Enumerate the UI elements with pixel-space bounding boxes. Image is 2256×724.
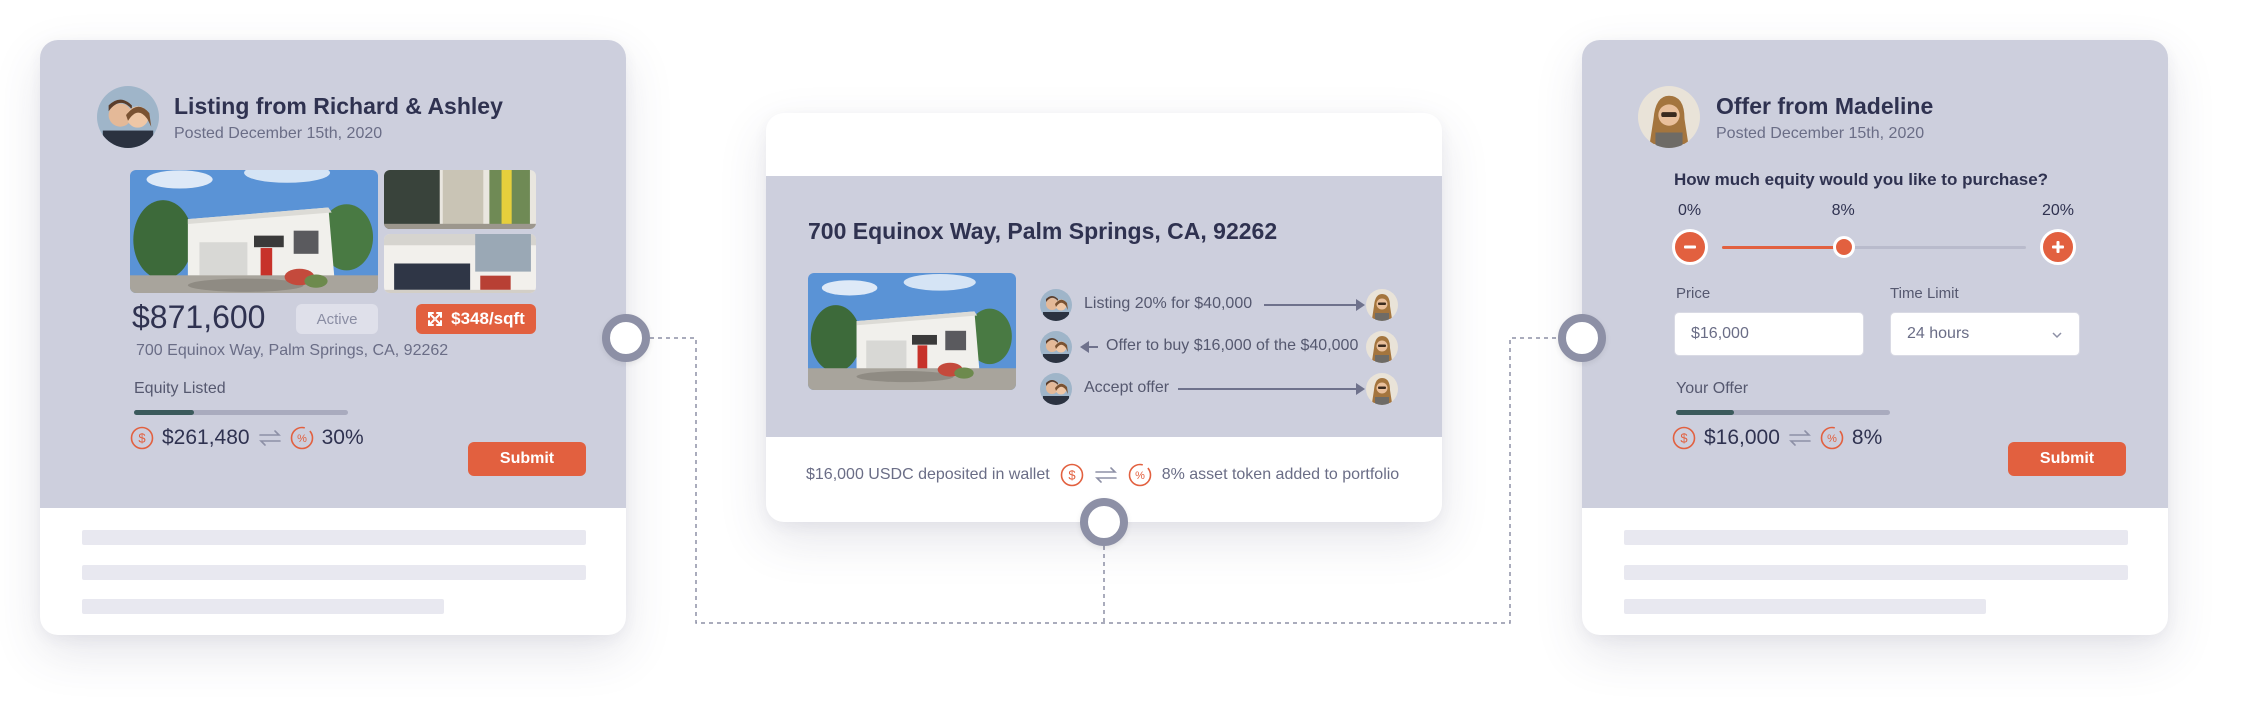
chevron-down-icon [2051,328,2063,340]
swap-arrows-icon [1094,466,1118,484]
equity-summary: $ $261,480 % 30% [130,426,364,450]
buyer-avatar [1366,373,1398,405]
price-label: Price [1676,285,1711,302]
equity-progress-fill [134,410,194,415]
buyer-avatar [1366,289,1398,321]
svg-text:%: % [1135,470,1145,482]
slider-min-label: 0% [1678,202,1702,219]
time-limit-label: Time Limit [1890,285,1959,302]
seller-avatar [97,86,159,148]
buyer-avatar [1366,331,1398,363]
slider-value-label: 8% [1831,202,1855,219]
listing-card-panel: Listing from Richard & Ashley Posted Dec… [40,40,626,508]
skeleton-line [82,530,586,545]
equity-percent: 30% [321,426,364,449]
svg-text:%: % [1827,433,1837,445]
flow-step-accept: Accept offer [1040,373,1398,405]
status-badge: Active [296,304,378,334]
listing-photo-interior-1[interactable] [384,170,536,229]
transaction-panel: 700 Equinox Way, Palm Springs, CA, 92262… [766,176,1442,437]
skeleton-line [82,599,444,614]
flow-step-text: Listing 20% for $40,000 [1084,295,1253,312]
property-photo[interactable] [808,273,1016,390]
offer-card-panel: Offer from Madeline Posted December 15th… [1582,40,2168,508]
offer-posted-date: Posted December 15th, 2020 [1716,125,1925,142]
listing-card: Listing from Richard & Ashley Posted Dec… [40,40,626,635]
minus-icon [1684,245,1696,249]
flow-arrow [1264,304,1360,306]
slider-max-label: 20% [2042,202,2075,219]
svg-text:$: $ [1068,468,1076,483]
percent-coin-icon: % [290,426,314,450]
listing-address: 700 Equinox Way, Palm Springs, CA, 92262 [136,342,449,359]
skeleton-line [82,565,586,580]
seller-avatar [1040,289,1072,321]
percent-coin-icon: % [1820,426,1844,450]
decrease-button[interactable] [1672,229,1708,265]
time-limit-select[interactable]: 24 hours [1890,312,2080,356]
price-input[interactable] [1674,312,1864,356]
offer-percent: 8% [1851,426,1883,449]
dollar-coin-icon: $ [1672,426,1696,450]
svg-text:$: $ [1680,431,1688,446]
flow-step-listing: Listing 20% for $40,000 [1040,289,1398,321]
arrow-right-icon [1356,299,1365,311]
offer-progress-bar [1676,410,1890,415]
skeleton-line [1624,565,2128,580]
offer-summary: $ $16,000 % 8% [1672,426,1882,450]
svg-text:%: % [297,433,307,445]
deposit-text: $16,000 USDC deposited in wallet [806,466,1050,483]
token-text: 8% asset token added to portfolio [1161,466,1400,483]
equity-slider-thumb[interactable] [1832,236,1855,258]
expand-arrows-icon [427,311,443,327]
svg-text:$: $ [138,431,146,446]
skeleton-line [1624,530,2128,545]
listing-price: $871,600 [132,299,266,335]
offer-value: $16,000 [1704,426,1780,449]
offer-title: Offer from Madeline [1716,93,1934,119]
buyer-avatar [1638,86,1700,148]
equity-listed-label: Equity Listed [134,380,226,397]
price-per-sqft-text: $348/sqft [451,309,525,328]
equity-question: How much equity would you like to purcha… [1674,170,2049,189]
listing-photo-main[interactable] [130,170,378,293]
skeleton-line [1624,599,1986,614]
flow-arrow [1088,346,1098,348]
listing-title: Listing from Richard & Ashley [174,93,503,119]
offer-card: Offer from Madeline Posted December 15th… [1582,40,2168,635]
increase-button[interactable] [2040,229,2076,265]
seller-avatar [1040,373,1072,405]
connector-node-listing [602,314,650,362]
listing-photo-interior-2[interactable] [384,234,536,293]
dollar-coin-icon: $ [1060,463,1084,487]
flow-step-offer: Offer to buy $16,000 of the $40,000 [1040,331,1398,363]
connector-node-transaction [1080,498,1128,546]
connector-node-offer [1558,314,1606,362]
flow-arrow [1178,388,1360,390]
plus-icon [2052,241,2064,253]
offer-submit-button[interactable]: Submit [2008,442,2126,476]
time-limit-value: 24 hours [1907,325,1970,342]
equity-slider-fill [1722,246,1844,249]
swap-arrows-icon [1788,429,1812,447]
swap-arrows-icon [258,429,282,447]
price-per-sqft-badge[interactable]: $348/sqft [416,304,536,334]
equity-value: $261,480 [162,426,250,449]
flow-step-text: Offer to buy $16,000 of the $40,000 [1106,337,1359,354]
dollar-coin-icon: $ [130,426,154,450]
your-offer-label: Your Offer [1676,380,1749,397]
percent-coin-icon: % [1128,463,1152,487]
seller-avatar [1040,331,1072,363]
equity-progress-bar [134,410,348,415]
settlement-summary: $16,000 USDC deposited in wallet $ % 8% … [806,463,1399,487]
offer-progress-fill [1676,410,1734,415]
transaction-card: 700 Equinox Way, Palm Springs, CA, 92262… [766,113,1442,522]
arrow-right-icon [1356,383,1365,395]
property-address-title: 700 Equinox Way, Palm Springs, CA, 92262 [808,218,1278,244]
flow-step-text: Accept offer [1084,379,1170,396]
listing-submit-button[interactable]: Submit [468,442,586,476]
listing-posted-date: Posted December 15th, 2020 [174,125,383,142]
